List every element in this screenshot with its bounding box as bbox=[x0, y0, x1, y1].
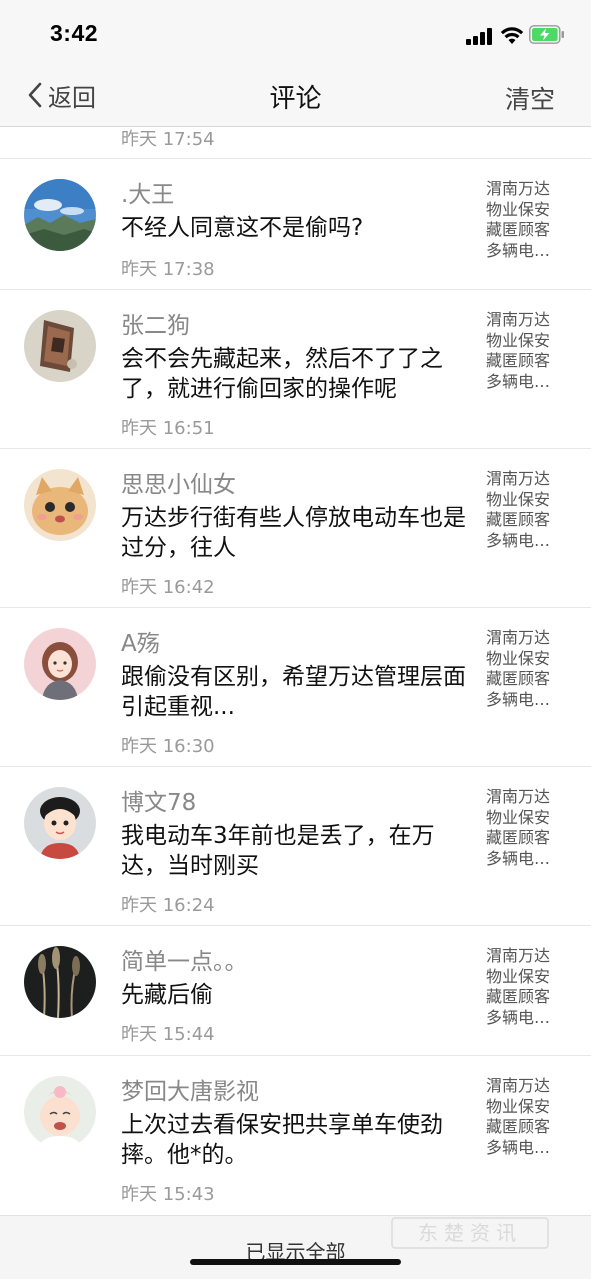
status-time: 3:42 bbox=[50, 20, 99, 46]
avatar[interactable] bbox=[24, 179, 96, 251]
comment-date: 昨天 15:43 bbox=[121, 1184, 215, 1205]
comment-item[interactable]: 思思小仙女 万达步行街有些人停放电动车也是过分，往人 昨天 16:42 渭南万达… bbox=[0, 449, 591, 608]
comment-item[interactable]: 简单一点。。 先藏后偷 昨天 15:44 渭南万达物业保安藏匿顾客多辆电… bbox=[0, 926, 591, 1056]
cellular-signal-icon bbox=[466, 27, 494, 45]
navigation-bar: 返回 评论 清空 bbox=[0, 66, 591, 127]
comment-item[interactable]: A殇 跟偷没有区别，希望万达管理层面引起重视... 昨天 16:30 渭南万达物… bbox=[0, 608, 591, 767]
comment-item[interactable]: 梦回大唐影视 上次过去看保安把共享单车使劲摔。他*的。 昨天 15:43 渭南万… bbox=[0, 1056, 591, 1215]
article-reference[interactable]: 渭南万达物业保安藏匿顾客多辆电… bbox=[486, 310, 558, 392]
comment-date: 昨天 15:44 bbox=[121, 1024, 215, 1045]
status-bar: 3:42 bbox=[0, 0, 591, 66]
watermark-logo: 东楚资讯 bbox=[391, 1217, 549, 1249]
article-reference[interactable]: 渭南万达物业保安藏匿顾客多辆电… bbox=[486, 628, 558, 710]
article-reference[interactable]: 渭南万达物业保安藏匿顾客多辆电… bbox=[486, 469, 558, 551]
comment-date: 昨天 17:38 bbox=[121, 259, 215, 280]
comment-item[interactable]: 博文78 我电动车3年前也是丢了，在万达，当时刚买 昨天 16:24 渭南万达物… bbox=[0, 767, 591, 926]
comment-text: 先藏后偷 bbox=[121, 982, 213, 1008]
comment-text: 上次过去看保安把共享单车使劲摔。他*的。 bbox=[121, 1112, 443, 1168]
comment-date: 昨天 16:30 bbox=[121, 736, 215, 757]
clear-button[interactable]: 清空 bbox=[505, 80, 555, 116]
comment-author[interactable]: A殇 bbox=[121, 624, 160, 658]
list-item-partial[interactable]: 昨天 17:54 bbox=[0, 127, 591, 159]
avatar[interactable] bbox=[24, 946, 96, 1018]
comment-text: 不经人同意这不是偷吗? bbox=[121, 215, 364, 241]
wifi-icon bbox=[500, 27, 524, 44]
comment-item[interactable]: .大王 不经人同意这不是偷吗? 昨天 17:38 渭南万达物业保安藏匿顾客多辆电… bbox=[0, 159, 591, 290]
comment-date: 昨天 17:54 bbox=[121, 129, 215, 150]
comment-author[interactable]: 张二狗 bbox=[121, 306, 190, 340]
article-reference[interactable]: 渭南万达物业保安藏匿顾客多辆电… bbox=[486, 1076, 558, 1158]
comment-author[interactable]: 思思小仙女 bbox=[121, 465, 236, 499]
comment-item[interactable]: 张二狗 会不会先藏起来，然后不了了之了，就进行偷回家的操作呢 昨天 16:51 … bbox=[0, 290, 591, 449]
article-reference[interactable]: 渭南万达物业保安藏匿顾客多辆电… bbox=[486, 179, 558, 261]
comment-date: 昨天 16:51 bbox=[121, 418, 215, 439]
comment-date: 昨天 16:42 bbox=[121, 577, 215, 598]
comment-text: 会不会先藏起来，然后不了了之了，就进行偷回家的操作呢 bbox=[121, 346, 443, 402]
comment-author[interactable]: 博文78 bbox=[121, 783, 196, 817]
avatar[interactable] bbox=[24, 787, 96, 859]
page-title: 评论 bbox=[269, 84, 322, 114]
comment-author[interactable]: 梦回大唐影视 bbox=[121, 1072, 259, 1106]
comment-list[interactable]: 昨天 17:54 .大王 不经人同意这不是偷吗? 昨天 17:38 渭南万达物业… bbox=[0, 127, 591, 1215]
comment-text: 我电动车3年前也是丢了，在万达，当时刚买 bbox=[121, 823, 435, 879]
avatar[interactable] bbox=[24, 1076, 96, 1148]
svg-text:东楚资讯: 东楚资讯 bbox=[418, 1221, 522, 1245]
comment-date: 昨天 16:24 bbox=[121, 895, 215, 916]
battery-charging-icon bbox=[529, 25, 564, 44]
comment-text: 跟偷没有区别，希望万达管理层面引起重视... bbox=[121, 664, 466, 720]
article-reference[interactable]: 渭南万达物业保安藏匿顾客多辆电… bbox=[486, 787, 558, 869]
comment-text: 万达步行街有些人停放电动车也是过分，往人 bbox=[121, 505, 466, 561]
avatar[interactable] bbox=[24, 310, 96, 382]
home-indicator[interactable] bbox=[190, 1259, 401, 1265]
article-reference[interactable]: 渭南万达物业保安藏匿顾客多辆电… bbox=[486, 946, 558, 1028]
comment-author[interactable]: 简单一点。。 bbox=[121, 942, 248, 976]
comment-author[interactable]: .大王 bbox=[121, 175, 174, 209]
avatar[interactable] bbox=[24, 628, 96, 700]
avatar[interactable] bbox=[24, 469, 96, 541]
